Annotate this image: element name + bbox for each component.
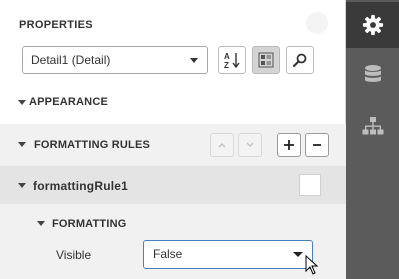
- rule-name-label: formattingRule1: [33, 179, 129, 193]
- minus-icon: [313, 144, 321, 146]
- component-select[interactable]: Detail1 (Detail): [22, 46, 208, 74]
- chevron-up-icon: [218, 143, 226, 148]
- collapse-triangle-icon: [18, 183, 26, 188]
- tab-properties[interactable]: [346, 2, 399, 48]
- mouse-pointer-icon: [305, 255, 319, 275]
- gear-icon: [362, 14, 383, 36]
- properties-panel: PROPERTIES Detail1 (Detail) A Z APPEARAN…: [0, 0, 346, 279]
- database-icon: [364, 65, 381, 82]
- chevron-down-icon: [246, 142, 254, 147]
- visible-property-value: False: [153, 247, 183, 261]
- close-button[interactable]: [306, 12, 328, 34]
- formatting-rules-label: FORMATTING RULES: [34, 139, 151, 151]
- search-icon: [292, 53, 307, 68]
- tab-report-explorer[interactable]: [346, 104, 399, 150]
- chevron-down-icon: [190, 58, 198, 63]
- component-select-value: Detail1 (Detail): [31, 53, 111, 67]
- formatting-rules-section-header[interactable]: FORMATTING RULES: [0, 124, 346, 166]
- svg-text:Z: Z: [224, 61, 229, 69]
- appearance-section-header[interactable]: APPEARANCE: [0, 86, 346, 120]
- collapse-triangle-icon: [18, 100, 26, 105]
- rule-checkbox[interactable]: [299, 174, 321, 196]
- plus-icon: [284, 140, 294, 150]
- formatting-label: FORMATTING: [52, 218, 127, 230]
- sort-az-icon: A Z: [224, 52, 240, 69]
- categorized-view-button[interactable]: [252, 46, 280, 74]
- search-button[interactable]: [286, 46, 314, 74]
- move-up-button[interactable]: [210, 133, 234, 157]
- move-down-button[interactable]: [238, 133, 262, 157]
- side-tab-bar: [346, 0, 399, 279]
- visible-property-label: Visible: [56, 248, 92, 262]
- sort-alphabetically-button[interactable]: A Z: [218, 46, 246, 74]
- remove-rule-button[interactable]: [305, 133, 329, 157]
- categorized-view-icon: [258, 52, 274, 68]
- add-rule-button[interactable]: [277, 133, 301, 157]
- hierarchy-icon: [362, 117, 383, 135]
- appearance-label: APPEARANCE: [29, 96, 109, 108]
- panel-title: PROPERTIES: [19, 19, 93, 31]
- tab-field-list[interactable]: [346, 52, 399, 98]
- collapse-triangle-icon[interactable]: [37, 221, 45, 226]
- visible-property-editor[interactable]: False: [143, 240, 313, 269]
- collapse-triangle-icon: [18, 142, 26, 147]
- chevron-down-icon: [293, 252, 303, 257]
- svg-text:A: A: [224, 52, 230, 61]
- formatting-rule-row[interactable]: formattingRule1: [0, 166, 346, 204]
